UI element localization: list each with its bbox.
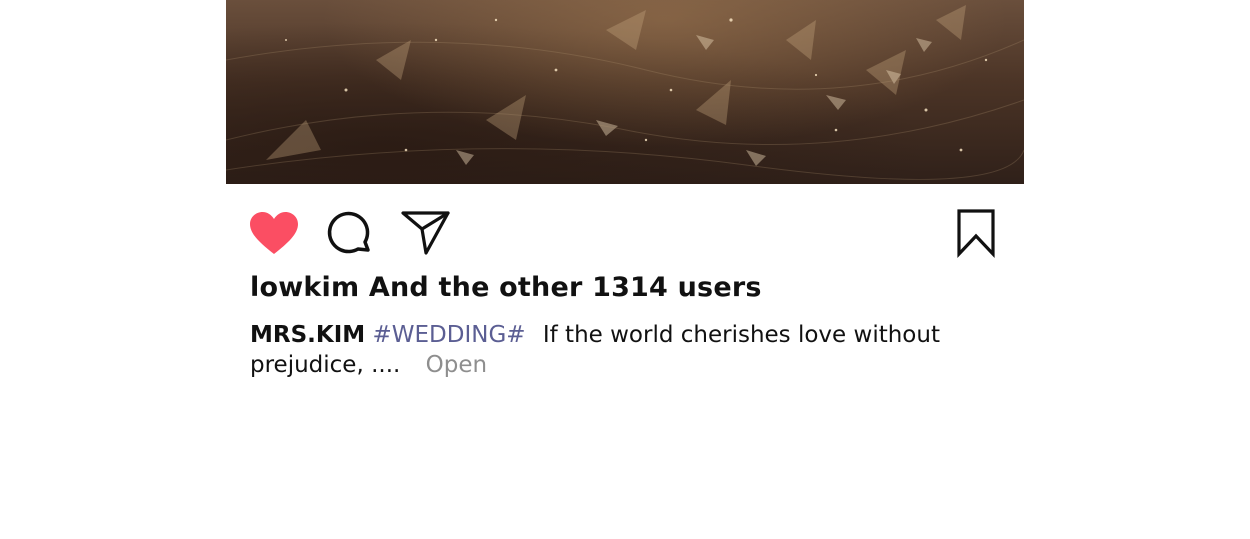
comment-bubble-icon <box>327 211 370 254</box>
caption-hashtag[interactable]: #WEDDING# <box>372 322 525 348</box>
likes-summary[interactable]: lowkim And the other 1314 users <box>250 272 762 303</box>
caption-username[interactable]: MRS.KIM <box>250 322 365 348</box>
post-actions-bar <box>226 208 1024 260</box>
feed-post: lowkim And the other 1314 users MRS.KIM … <box>226 0 1024 539</box>
caption-more-link[interactable]: Open <box>426 352 487 378</box>
like-button[interactable] <box>248 210 300 258</box>
bookmark-icon <box>957 209 995 259</box>
share-button[interactable] <box>400 208 452 258</box>
heart-icon <box>250 212 298 254</box>
wedding-dress-texture <box>226 5 1024 180</box>
comment-button[interactable] <box>326 210 374 258</box>
send-icon <box>401 211 450 255</box>
post-caption: MRS.KIM #WEDDING# If the world cherishes… <box>250 320 950 380</box>
save-button[interactable] <box>956 208 996 260</box>
post-photo[interactable] <box>226 0 1024 184</box>
